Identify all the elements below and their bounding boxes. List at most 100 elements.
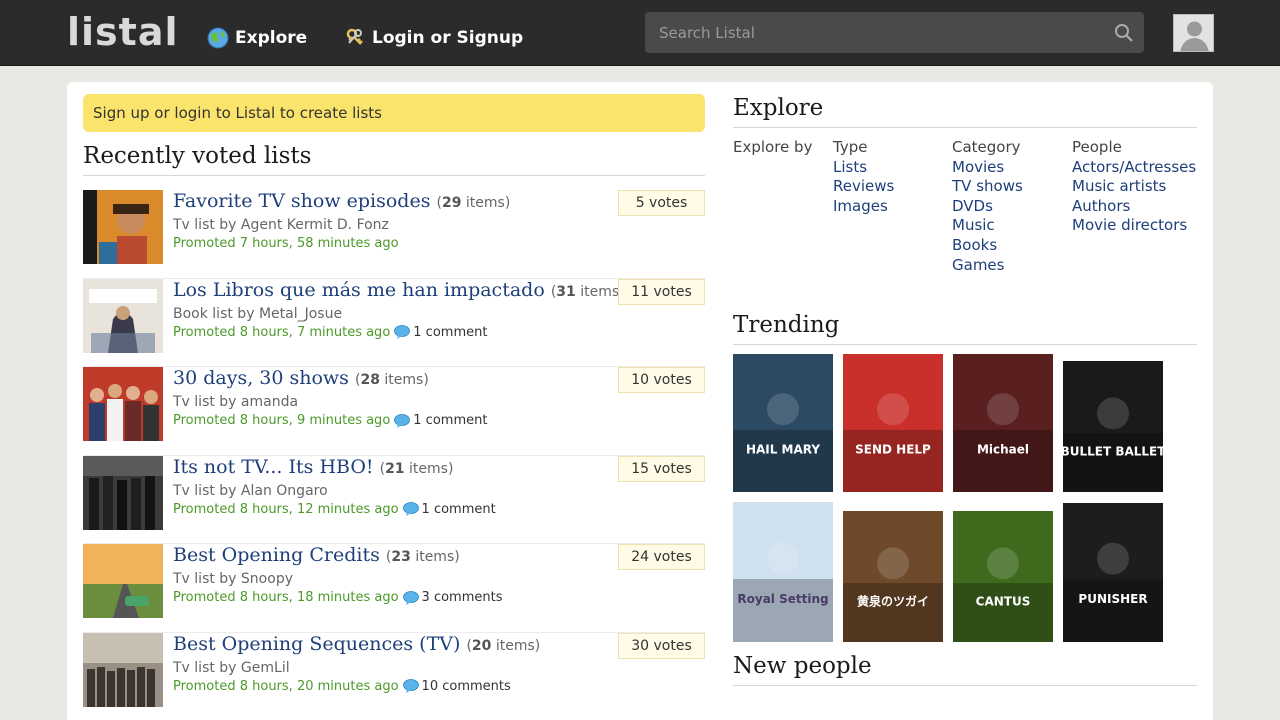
explore-link-books[interactable]: Books — [952, 236, 1023, 256]
trending-poster[interactable]: CANTUS — [953, 511, 1053, 642]
list-thumbnail[interactable] — [83, 544, 163, 618]
list-author-link[interactable]: Alan Ongaro — [241, 483, 328, 499]
list-comments-count: 1 comment — [413, 413, 488, 428]
list-title: Its not TV... Its HBO! — [173, 455, 374, 478]
list-item: Los Libros que más me han impactado (31 … — [83, 278, 705, 367]
listal-logo[interactable]: listal — [67, 10, 179, 54]
list-votes-badge[interactable]: 15 votes — [618, 455, 705, 482]
explore-link-tv-shows[interactable]: TV shows — [952, 177, 1023, 197]
list-title-link[interactable]: Best Opening Sequences (TV) (20 items) — [173, 633, 540, 655]
list-item-count-value: 20 — [471, 637, 492, 654]
list-votes-badge[interactable]: 5 votes — [618, 190, 705, 216]
list-author-link[interactable]: GemLil — [241, 660, 290, 676]
list-author-link[interactable]: Snoopy — [241, 571, 293, 587]
list-votes-badge[interactable]: 10 votes — [618, 367, 705, 393]
recently-voted-heading: Recently voted lists — [83, 143, 312, 169]
notice-login-link[interactable]: login — [174, 104, 211, 122]
list-title-link[interactable]: 30 days, 30 shows (28 items) — [173, 367, 429, 389]
nav-explore-link[interactable]: Explore — [207, 26, 307, 50]
signup-notice: Sign up or login to Listal to create lis… — [83, 94, 705, 132]
search-input[interactable] — [645, 12, 1104, 53]
list-item: Its not TV... Its HBO! (21 items) Tv list… — [83, 455, 705, 544]
list-comments-link[interactable]: 3 comments — [402, 590, 503, 605]
list-votes-badge[interactable]: 11 votes — [618, 278, 705, 305]
list-type-label: Tv list by — [173, 217, 241, 233]
list-item-count: (20 items) — [466, 637, 541, 654]
list-promoted-time: Promoted 8 hours, 20 minutes ago — [173, 678, 399, 694]
explore-link-reviews[interactable]: Reviews — [833, 177, 894, 197]
list-title-link[interactable]: Favorite TV show episodes (29 items) — [173, 190, 510, 212]
comment-bubble-icon — [402, 679, 419, 693]
explore-link-dvds[interactable]: DVDs — [952, 197, 1023, 217]
trending-poster[interactable]: SEND HELP — [843, 354, 943, 492]
list-byline: Tv list by amanda — [173, 394, 298, 410]
list-item-count: (28 items) — [354, 372, 429, 388]
list-item-count-value: 31 — [556, 283, 576, 300]
list-title-link[interactable]: Best Opening Credits (23 items) — [173, 544, 460, 566]
search-box — [645, 12, 1144, 53]
list-item-count-unit: items — [495, 637, 535, 654]
explore-link-images[interactable]: Images — [833, 197, 894, 217]
list-author-link[interactable]: Metal_Josue — [259, 306, 342, 322]
explore-column-header: Type — [833, 138, 868, 156]
list-byline: Tv list by Agent Kermit D. Fonz — [173, 217, 389, 233]
section-divider — [733, 685, 1197, 686]
search-icon[interactable] — [1104, 23, 1144, 43]
trending-poster[interactable]: Royal Setting — [733, 502, 833, 642]
list-comments-link[interactable]: 1 comment — [402, 502, 496, 517]
explore-link-movie-directors[interactable]: Movie directors — [1072, 216, 1196, 236]
explore-link-games[interactable]: Games — [952, 256, 1023, 276]
list-thumbnail[interactable] — [83, 455, 163, 530]
list-item-count-unit: items — [465, 195, 505, 211]
list-item-count-value: 23 — [391, 549, 411, 565]
list-votes-badge[interactable]: 30 votes — [618, 632, 705, 659]
section-divider — [83, 175, 705, 176]
list-thumbnail[interactable] — [83, 278, 163, 353]
recently-voted-list: Favorite TV show episodes (29 items) Tv l… — [83, 190, 705, 720]
trending-poster[interactable]: 黄泉のツガイ — [843, 511, 943, 642]
list-thumbnail[interactable] — [83, 367, 163, 441]
list-comments-link[interactable]: 10 comments — [402, 679, 511, 694]
list-item-count-unit: items — [384, 372, 424, 388]
list-thumbnail[interactable] — [83, 190, 163, 264]
comment-bubble-icon — [394, 413, 411, 428]
list-title: Best Opening Credits — [173, 544, 380, 566]
trending-poster-title: CANTUS — [976, 594, 1031, 608]
list-thumbnail[interactable] — [83, 632, 163, 707]
trending-poster[interactable]: BULLET BALLET — [1063, 361, 1163, 492]
trending-poster[interactable]: HAIL MARY — [733, 354, 833, 492]
explore-link-music[interactable]: Music — [952, 216, 1023, 236]
list-byline: Book list by Metal_Josue — [173, 306, 342, 322]
user-avatar[interactable] — [1173, 14, 1214, 52]
main-content-card: Sign up or login to Listal to create lis… — [67, 82, 1213, 720]
list-votes-badge[interactable]: 24 votes — [618, 544, 705, 570]
nav-login-signup-link[interactable]: Login or Signup — [344, 26, 523, 50]
explore-people-column: People Actors/Actresses Music artists Au… — [1072, 138, 1196, 236]
notice-prefix: Sign up or — [93, 104, 175, 122]
list-item: Favorite TV show episodes (29 items) Tv l… — [83, 190, 705, 279]
trending-poster[interactable]: Michael — [953, 354, 1053, 492]
list-item-count-unit: items — [415, 549, 455, 565]
list-comments-link[interactable]: 1 comment — [394, 325, 487, 340]
list-author-link[interactable]: Agent Kermit D. Fonz — [241, 217, 389, 233]
explore-link-movies[interactable]: Movies — [952, 158, 1023, 178]
list-comments-count: 1 comment — [413, 324, 488, 340]
list-promoted: Promoted 7 hours, 58 minutes ago — [173, 236, 399, 251]
list-item-count: (29 items) — [436, 195, 511, 211]
list-item: Best Opening Sequences (TV) (20 items) Tv… — [83, 632, 705, 720]
trending-poster-title: BULLET BALLET — [1063, 444, 1163, 458]
list-title-link[interactable]: Los Libros que más me han impactado (31 … — [173, 279, 625, 301]
globe-icon — [207, 27, 229, 49]
list-author-link[interactable]: amanda — [241, 394, 298, 410]
list-item-count-value: 29 — [441, 195, 462, 211]
new-people-heading: New people — [733, 653, 872, 679]
trending-poster[interactable]: PUNISHER — [1063, 503, 1163, 642]
list-title-link[interactable]: Its not TV... Its HBO! (21 items) — [173, 456, 453, 478]
explore-link-music-artists[interactable]: Music artists — [1072, 177, 1196, 197]
explore-link-authors[interactable]: Authors — [1072, 197, 1196, 217]
list-comments-link[interactable]: 1 comment — [394, 413, 487, 428]
explore-link-lists[interactable]: Lists — [833, 158, 894, 178]
list-promoted-time: Promoted 7 hours, 58 minutes ago — [173, 236, 399, 251]
trending-poster-title: Royal Setting — [737, 592, 828, 606]
explore-link-actors[interactable]: Actors/Actresses — [1072, 158, 1196, 178]
